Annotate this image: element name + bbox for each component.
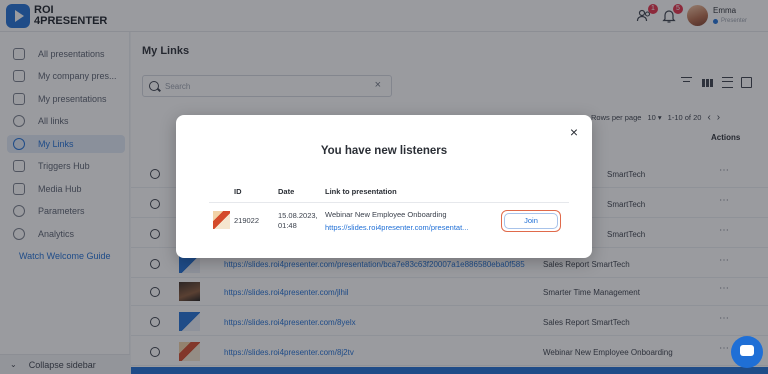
divider (209, 202, 569, 203)
dialog-title: You have new listeners (320, 145, 448, 157)
join-label: Join (504, 213, 558, 229)
close-icon[interactable]: × (570, 124, 578, 140)
presentation-link[interactable]: https://slides.roi4presenter.com/present… (325, 223, 468, 232)
listener-date: 15.08.2023, 01:48 (278, 211, 318, 230)
col-header-link: Link to presentation (325, 187, 397, 196)
presentation-thumbnail (213, 211, 230, 229)
new-listeners-dialog: × You have new listeners ID Date Link to… (176, 115, 592, 258)
listener-id: 219022 (234, 216, 260, 225)
presentation-name: Webinar New Employee Onboarding (325, 210, 447, 219)
chat-button[interactable] (731, 336, 763, 368)
col-header-id: ID (234, 187, 242, 196)
join-button[interactable]: Join (501, 210, 561, 232)
col-header-date: Date (278, 187, 295, 196)
